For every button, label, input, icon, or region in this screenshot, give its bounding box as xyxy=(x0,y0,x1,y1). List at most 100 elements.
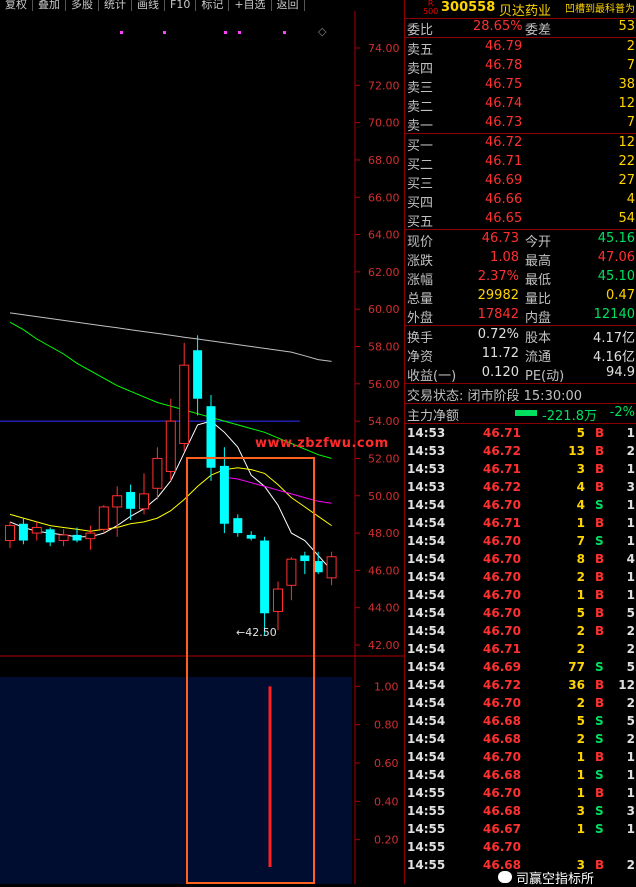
toolbar-button-8[interactable]: 返回 xyxy=(271,0,305,11)
candle-body-17 xyxy=(233,518,243,534)
tick-time: 14:53 xyxy=(407,480,446,494)
tick-row: 14:55 46.68 3 S 3 xyxy=(405,802,636,820)
stat-row: 涨跌 1.08 最高 47.06 xyxy=(405,249,636,269)
tick-direction: S xyxy=(595,822,604,836)
tick-volume: 5 xyxy=(576,606,585,620)
candle-body-20 xyxy=(273,588,283,612)
tick-direction: S xyxy=(595,732,604,746)
toolbar-button-1[interactable]: 叠加 xyxy=(33,0,66,11)
tick-count: 5 xyxy=(626,660,635,674)
stat-label: 净资 xyxy=(407,350,434,365)
bid-label: 买三 xyxy=(407,177,434,192)
stat-label: 外盘 xyxy=(407,311,434,326)
stock-code[interactable]: 300558 xyxy=(441,0,495,15)
toolbar-button-2[interactable]: 多股 xyxy=(66,0,99,11)
tick-price: 46.71 xyxy=(483,516,521,530)
stat-value: 0.120 xyxy=(481,365,519,380)
candle-body-6 xyxy=(85,532,96,540)
tick-volume: 7 xyxy=(576,534,585,548)
stat-label: 量比 xyxy=(525,292,552,307)
tick-direction: B xyxy=(595,588,605,602)
stat-value: 12140 xyxy=(593,307,635,322)
tick-count: 2 xyxy=(626,732,635,746)
tick-direction: B xyxy=(595,624,605,638)
main-force-bar xyxy=(515,410,537,416)
tick-volume: 1 xyxy=(576,822,585,836)
stat2-row: 收益(一) 0.120 PE(动) 94.9 xyxy=(405,364,636,384)
tick-price: 46.70 xyxy=(483,588,521,602)
candle-body-24 xyxy=(326,556,337,579)
ask-price: 46.75 xyxy=(485,77,523,92)
low-arrow-icon: ← xyxy=(236,626,246,639)
candle-body-9 xyxy=(126,492,136,509)
tick-price: 46.70 xyxy=(483,786,521,800)
tick-time: 14:55 xyxy=(407,804,446,818)
tick-price: 46.69 xyxy=(483,660,521,674)
ma20-line xyxy=(224,476,332,504)
tick-count: 3 xyxy=(626,804,635,818)
sub-tick-3: 0.40 xyxy=(374,795,399,808)
subchart-bg xyxy=(0,677,352,884)
tick-time: 14:54 xyxy=(407,552,446,566)
ask-label: 卖二 xyxy=(407,100,434,115)
tick-row: 14:54 46.68 2 S 2 xyxy=(405,730,636,748)
ask-volume: 38 xyxy=(618,77,635,92)
bid-volume: 4 xyxy=(626,192,635,207)
tick-volume: 4 xyxy=(576,498,585,512)
tick-volume: 5 xyxy=(576,714,585,728)
toolbar-button-4[interactable]: 画线 xyxy=(132,0,165,11)
tick-row: 14:54 46.70 5 B 5 xyxy=(405,604,636,622)
tick-count: 2 xyxy=(626,696,635,710)
y-tick-15: 44.00 xyxy=(368,602,400,615)
main-force-pct: -2% xyxy=(609,405,635,420)
toolbar-button-0[interactable]: 复权 xyxy=(0,0,33,11)
stock-name[interactable]: 贝达药业 xyxy=(499,0,551,19)
tick-direction: S xyxy=(595,804,604,818)
y-tick-11: 52.00 xyxy=(368,452,400,465)
toolbar-button-3[interactable]: 统计 xyxy=(99,0,132,11)
tick-volume: 2 xyxy=(576,570,585,584)
tick-time: 14:55 xyxy=(407,840,446,854)
toolbar-button-5[interactable]: F10 xyxy=(165,0,197,11)
stat2-row: 换手 0.72% 股本 4.17亿 xyxy=(405,326,636,346)
candle-body-10 xyxy=(139,493,149,510)
r-logo-icon: R 500 xyxy=(423,0,439,16)
tick-row: 14:55 46.67 1 S 1 xyxy=(405,820,636,838)
stat-label: 总量 xyxy=(407,292,434,307)
tick-volume: 77 xyxy=(568,660,585,674)
bid-volume: 12 xyxy=(618,135,635,150)
candle-body-7 xyxy=(98,506,109,530)
tick-price: 46.70 xyxy=(483,534,521,548)
ask-volume: 12 xyxy=(618,96,635,111)
toolbar-button-6[interactable]: 标记 xyxy=(196,0,230,11)
tick-time: 14:54 xyxy=(407,768,446,782)
wechat-badge: 司赢空指标所 xyxy=(498,870,636,887)
tick-count: 12 xyxy=(618,678,635,692)
tick-row: 14:54 46.70 4 S 1 xyxy=(405,496,636,514)
tick-price: 46.71 xyxy=(483,426,521,440)
tick-row: 14:55 46.70 xyxy=(405,838,636,856)
bid-volume: 54 xyxy=(618,211,635,226)
tick-volume: 1 xyxy=(576,588,585,602)
tick-row: 14:54 46.68 1 S 1 xyxy=(405,766,636,784)
bid-price: 46.65 xyxy=(485,211,523,226)
tick-direction: B xyxy=(595,444,605,458)
tick-row: 14:54 46.69 77 S 5 xyxy=(405,658,636,676)
stat-label: 涨跌 xyxy=(407,254,434,269)
toolbar-button-7[interactable]: +自选 xyxy=(229,0,272,11)
ask-row: 卖三 46.75 38 xyxy=(405,76,636,96)
tick-direction: B xyxy=(595,696,605,710)
stat-label: 换手 xyxy=(407,331,434,346)
stat-value: 2.37% xyxy=(477,269,519,284)
tick-time: 14:55 xyxy=(407,786,446,800)
tick-count: 1 xyxy=(626,498,635,512)
ask-price: 46.73 xyxy=(485,115,523,130)
candle-body-16 xyxy=(219,465,229,524)
ask-price: 46.79 xyxy=(485,39,523,54)
tick-time: 14:54 xyxy=(407,696,446,710)
stat-label: 最高 xyxy=(525,254,552,269)
tick-volume: 13 xyxy=(568,444,585,458)
bid-label: 买五 xyxy=(407,215,434,230)
y-tick-5: 64.00 xyxy=(368,229,400,242)
bid-price: 46.71 xyxy=(485,154,523,169)
